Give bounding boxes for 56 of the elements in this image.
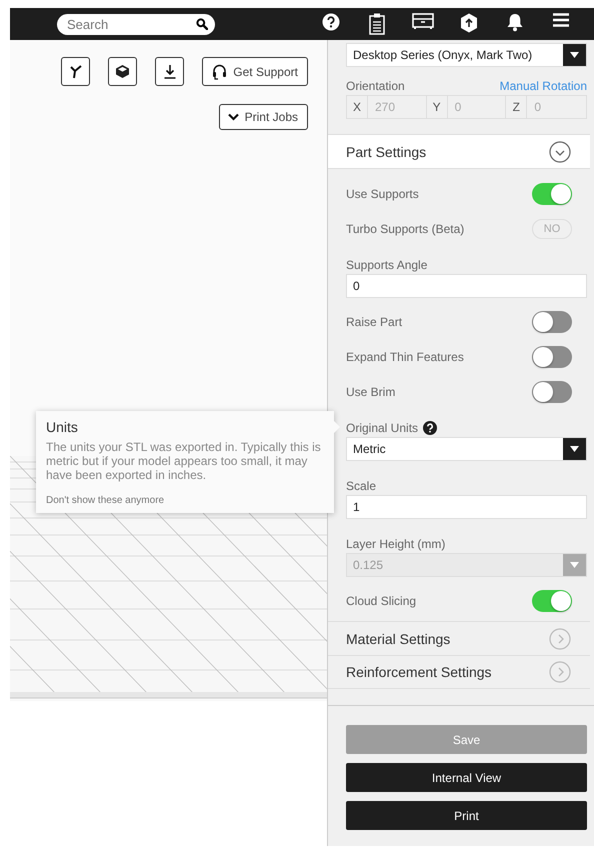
- search-field[interactable]: Search: [57, 14, 215, 34]
- setting-label: Scale: [346, 478, 376, 492]
- setting-label: Original Units: [346, 420, 418, 434]
- chevron-down-icon[interactable]: [549, 140, 571, 162]
- dropdown: 0.125: [346, 553, 587, 577]
- action-button[interactable]: Internal View: [346, 763, 587, 792]
- setting-label: Supports Angle: [346, 258, 428, 272]
- setting-label: Layer Height (mm): [346, 536, 446, 550]
- fork-icon: [70, 64, 82, 78]
- printer-icon[interactable]: [412, 13, 434, 29]
- toggle-switch[interactable]: [532, 380, 572, 402]
- upload-icon[interactable]: [460, 13, 478, 33]
- setting-label: Cloud Slicing: [346, 594, 416, 608]
- toggle-switch[interactable]: [532, 310, 572, 332]
- caret-icon: [570, 52, 579, 58]
- toggle-switch[interactable]: [532, 590, 572, 612]
- setting-label: Use Brim: [346, 384, 396, 398]
- printer-dropdown[interactable]: Desktop Series (Onyx, Mark Two): [346, 43, 587, 67]
- section-title: Part Settings: [346, 144, 426, 160]
- setting-label: Use Supports: [346, 186, 419, 200]
- clipboard-icon[interactable]: [369, 13, 385, 35]
- help-icon[interactable]: [322, 13, 340, 31]
- search-icon[interactable]: [196, 18, 208, 30]
- cube-icon: [115, 64, 130, 79]
- tooltip-text: The units your STL was exported in. Typically this is metric but if your model appears too small, it may have been exported in inches.: [46, 440, 322, 482]
- print-jobs-button[interactable]: Print Jobs: [218, 104, 308, 130]
- section-title: Reinforcement Settings: [346, 664, 492, 680]
- menu-icon[interactable]: [553, 13, 569, 27]
- part-settings-header[interactable]: Part Settings: [328, 134, 590, 169]
- tooltip-title: Units: [46, 419, 79, 435]
- setting-label: Expand Thin Features: [346, 350, 464, 364]
- section-title: Material Settings: [346, 630, 450, 646]
- toggle-switch[interactable]: [532, 182, 572, 204]
- dismiss-link[interactable]: Don't show these anymore: [46, 495, 164, 506]
- cube-button[interactable]: [108, 57, 138, 86]
- section-header[interactable]: Reinforcement Settings: [328, 655, 590, 689]
- section-header[interactable]: Material Settings: [328, 621, 590, 655]
- toggle-switch[interactable]: [532, 346, 572, 368]
- action-button: Save: [346, 725, 587, 754]
- orientation-label: Orientation: [346, 79, 405, 93]
- input-field[interactable]: 1: [346, 495, 587, 519]
- bell-icon[interactable]: [506, 13, 524, 32]
- help-icon[interactable]: [423, 420, 438, 434]
- action-button[interactable]: Print: [346, 801, 587, 830]
- dropdown[interactable]: Metric: [346, 437, 587, 461]
- chevron-down-icon: [228, 113, 239, 121]
- tool-button[interactable]: [61, 57, 90, 86]
- caret-icon: [570, 562, 579, 568]
- headset-icon: [212, 64, 228, 80]
- setting-label: Raise Part: [346, 314, 402, 328]
- download-button[interactable]: [155, 57, 184, 86]
- get-support-button[interactable]: Get Support: [202, 57, 308, 86]
- setting-label: Turbo Supports (Beta): [346, 222, 464, 236]
- input-field[interactable]: 0: [346, 274, 587, 298]
- caret-icon: [570, 446, 579, 452]
- download-icon: [164, 64, 176, 78]
